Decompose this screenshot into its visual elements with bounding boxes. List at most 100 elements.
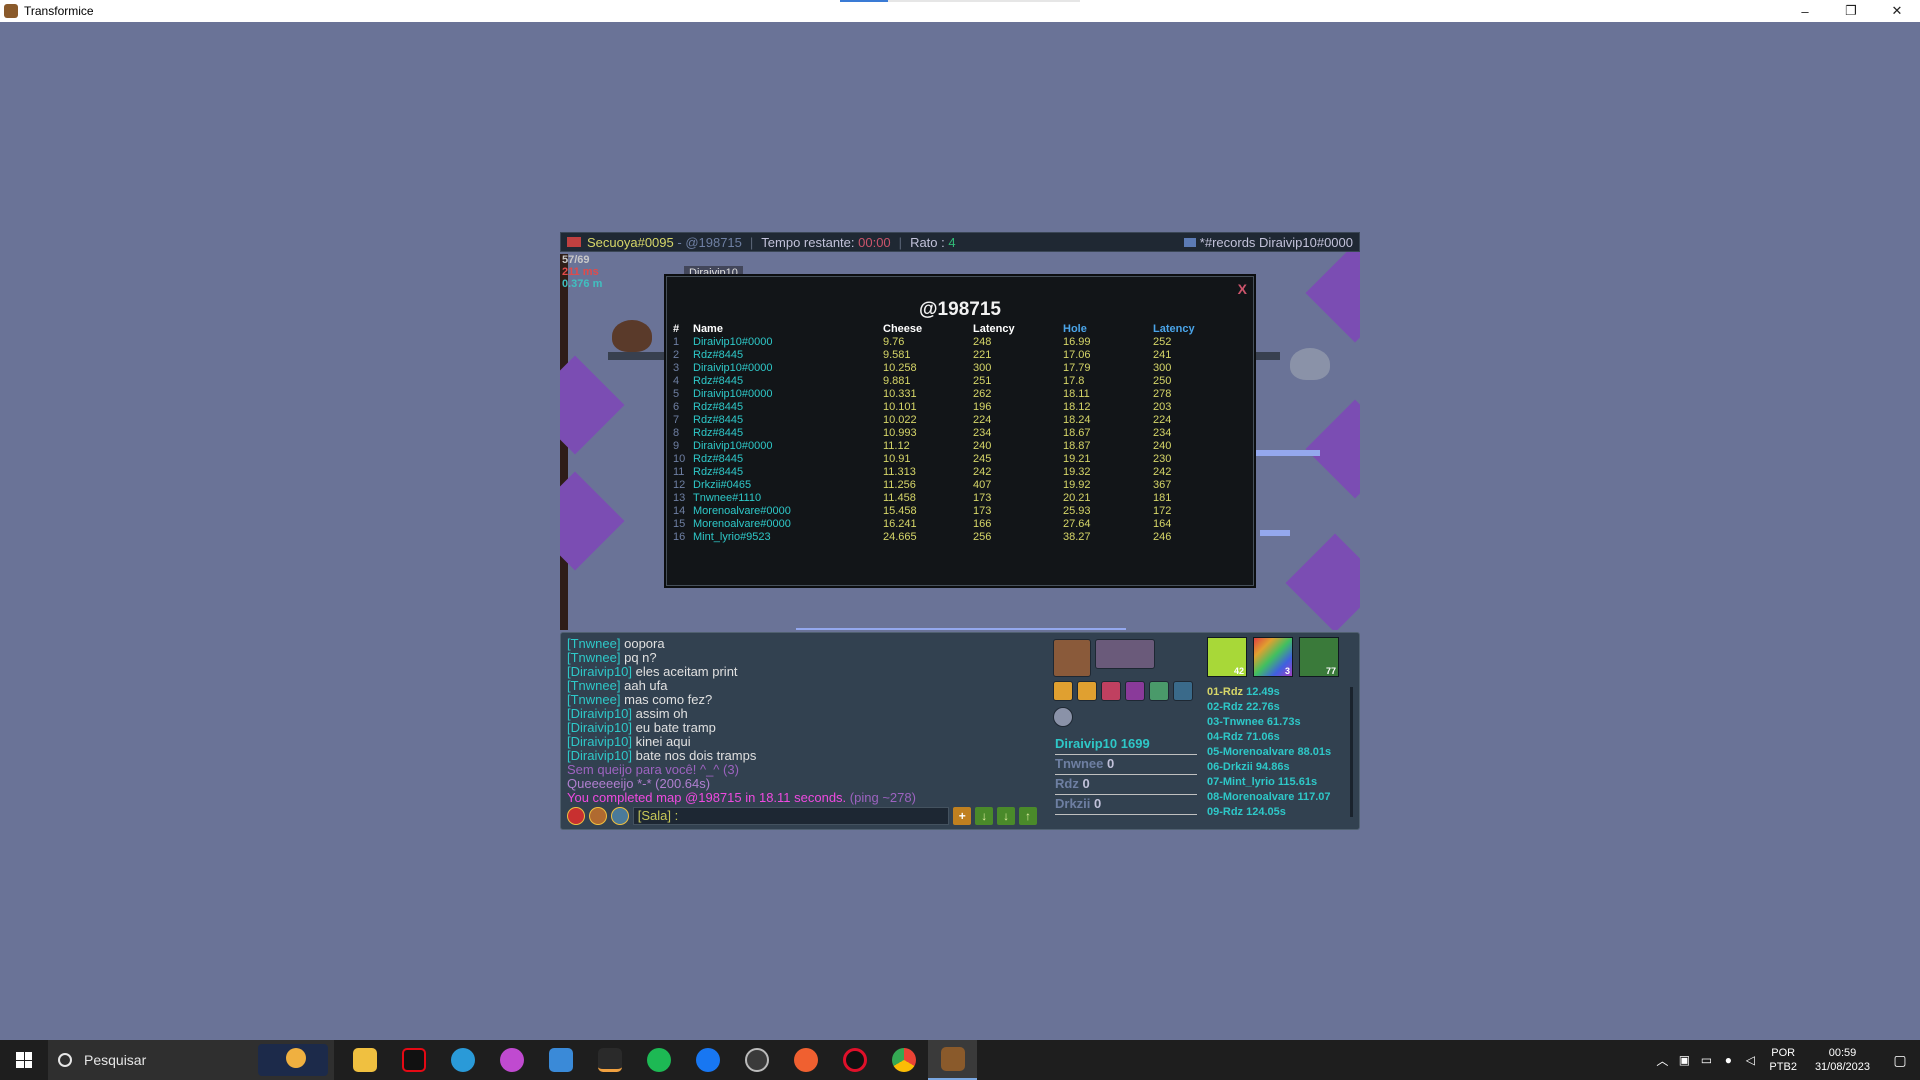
record-name[interactable]: Rdz#8445: [693, 414, 883, 427]
down-arrow-icon[interactable]: ↓: [997, 807, 1016, 825]
map-code[interactable]: @198715: [685, 235, 742, 250]
chat-nick[interactable]: [Diraivip10]: [567, 706, 632, 721]
discord-icon[interactable]: [1149, 681, 1169, 701]
items-icon[interactable]: [1095, 639, 1155, 669]
chat-nick[interactable]: [Diraivip10]: [567, 748, 632, 763]
taskbar-explorer[interactable]: [340, 1040, 389, 1080]
ranking-time: 124.05s: [1246, 806, 1286, 818]
score-row: Tnwnee 0: [1055, 755, 1197, 775]
plus-button[interactable]: +: [953, 807, 972, 825]
chat-nick[interactable]: [Diraivip10]: [567, 720, 632, 735]
fullscreen-icon[interactable]: [1173, 681, 1193, 701]
chat-nick[interactable]: [Tnwnee]: [567, 636, 620, 651]
record-latency: 166: [973, 518, 992, 530]
taskbar-opera[interactable]: [830, 1040, 879, 1080]
mouse-avatar-icon[interactable]: [1053, 639, 1091, 677]
restore-button[interactable]: ❐: [1828, 0, 1874, 22]
record-name[interactable]: Rdz#8445: [693, 453, 883, 466]
record-name[interactable]: Rdz#8445: [693, 466, 883, 479]
heart-emote-icon[interactable]: [567, 807, 585, 825]
taskbar-brave[interactable]: [781, 1040, 830, 1080]
chat-nick[interactable]: [Diraivip10]: [567, 734, 632, 749]
record-name[interactable]: Diraivip10#0000: [693, 388, 883, 401]
spotify-icon: [646, 1048, 671, 1072]
taskbar-store[interactable]: [536, 1040, 585, 1080]
language-indicator[interactable]: POR PTB2: [1769, 1046, 1797, 1074]
microphone-icon[interactable]: ●: [1717, 1053, 1739, 1067]
volume-icon[interactable]: ◁: [1739, 1053, 1761, 1067]
taskbar-steam[interactable]: [732, 1040, 781, 1080]
record-name[interactable]: Tnwnee#1110: [693, 492, 883, 505]
badge-tree-icon[interactable]: 77: [1299, 637, 1339, 677]
taskbar-transformice[interactable]: [928, 1040, 977, 1080]
taskbar-search[interactable]: Pesquisar: [48, 1040, 334, 1080]
record-name[interactable]: Rdz#8445: [693, 427, 883, 440]
taskbar-edge[interactable]: [438, 1040, 487, 1080]
taskbar-netflix[interactable]: [389, 1040, 438, 1080]
tribe-icon[interactable]: [1101, 681, 1121, 701]
record-cheese: 9.581: [883, 349, 911, 361]
chat-nick[interactable]: [Tnwnee]: [567, 650, 620, 665]
records-room-label[interactable]: *#records Diraivip10#0000: [1183, 235, 1353, 250]
start-button[interactable]: [0, 1040, 48, 1080]
taskbar-app-pink[interactable]: [487, 1040, 536, 1080]
record-name[interactable]: Mint_lyrio#9523: [693, 531, 883, 544]
record-hole: 19.21: [1063, 453, 1091, 465]
record-name[interactable]: Diraivip10#0000: [693, 336, 883, 349]
record-name[interactable]: Morenoalvare#0000: [693, 518, 883, 531]
shaman-name[interactable]: Secuoya#0095: [587, 235, 674, 250]
taskbar-spotify[interactable]: [634, 1040, 683, 1080]
chat-input[interactable]: [Sala] :: [632, 807, 950, 825]
shop-icon[interactable]: [1053, 681, 1073, 701]
badge-green-icon[interactable]: 42: [1207, 637, 1247, 677]
clock[interactable]: 00:59 31/08/2023: [1815, 1046, 1870, 1074]
score-name: Diraivip10: [1055, 736, 1118, 751]
network-icon[interactable]: ▭: [1695, 1053, 1717, 1067]
record-name[interactable]: Morenoalvare#0000: [693, 505, 883, 518]
record-latency: 173: [973, 505, 992, 517]
badge-rainbow-icon[interactable]: 3: [1253, 637, 1293, 677]
record-name[interactable]: Rdz#8445: [693, 375, 883, 388]
record-hole-latency: 246: [1153, 531, 1172, 543]
score-value: 0: [1107, 756, 1115, 771]
loading-bar: [840, 0, 1080, 2]
down-arrow-icon[interactable]: ↓: [975, 807, 994, 825]
record-name[interactable]: Rdz#8445: [693, 349, 883, 362]
record-name[interactable]: Drkzii#0465: [693, 479, 883, 492]
chat-nick[interactable]: [Tnwnee]: [567, 692, 620, 707]
record-name[interactable]: Diraivip10#0000: [693, 362, 883, 375]
chat-nick[interactable]: [Diraivip10]: [567, 664, 632, 679]
house-emote-icon[interactable]: [610, 807, 629, 825]
record-hole: 17.06: [1063, 349, 1091, 361]
taskbar-chrome[interactable]: [879, 1040, 928, 1080]
ranking-item: 06-Drkzii 94.86s: [1207, 760, 1353, 775]
ranking-time: 88.01s: [1297, 746, 1332, 758]
separator: |: [749, 234, 754, 250]
trophy-icon[interactable]: [1125, 681, 1145, 701]
record-name[interactable]: Diraivip10#0000: [693, 440, 883, 453]
ranking-scrollbar[interactable]: [1350, 687, 1353, 817]
up-arrow-icon[interactable]: ↑: [1019, 807, 1038, 825]
records-close-button[interactable]: X: [1238, 281, 1247, 297]
opera-icon: [842, 1048, 867, 1072]
record-latency: 248: [973, 336, 992, 348]
record-name[interactable]: Rdz#8445: [693, 401, 883, 414]
chevron-up-icon[interactable]: ︿: [1651, 1052, 1673, 1069]
record-cheese: 9.76: [883, 336, 905, 348]
record-latency: 173: [973, 492, 992, 504]
minimize-button[interactable]: –: [1782, 0, 1828, 22]
device-icon[interactable]: ▣: [1673, 1053, 1695, 1067]
scoreboard: Diraivip10 1699 Tnwnee 0 Rdz 0 Drkzii 0: [1055, 735, 1197, 815]
close-button[interactable]: ✕: [1874, 0, 1920, 22]
taskbar-facebook[interactable]: [683, 1040, 732, 1080]
notifications-icon[interactable]: ▢: [1880, 1052, 1920, 1069]
clock-time: 00:59: [1828, 1047, 1857, 1059]
game-area: Diraivip10 57/69 211 ms 0.376 m Secuoya#…: [560, 230, 1360, 830]
ranking-name: 06-Drkzii: [1207, 761, 1253, 773]
list-icon[interactable]: [1077, 681, 1097, 701]
record-hole: 18.87: [1063, 440, 1091, 452]
shaman-icon[interactable]: [1053, 707, 1073, 727]
shield-emote-icon[interactable]: [588, 807, 607, 825]
chat-nick[interactable]: [Tnwnee]: [567, 678, 620, 693]
taskbar-stats[interactable]: [585, 1040, 634, 1080]
